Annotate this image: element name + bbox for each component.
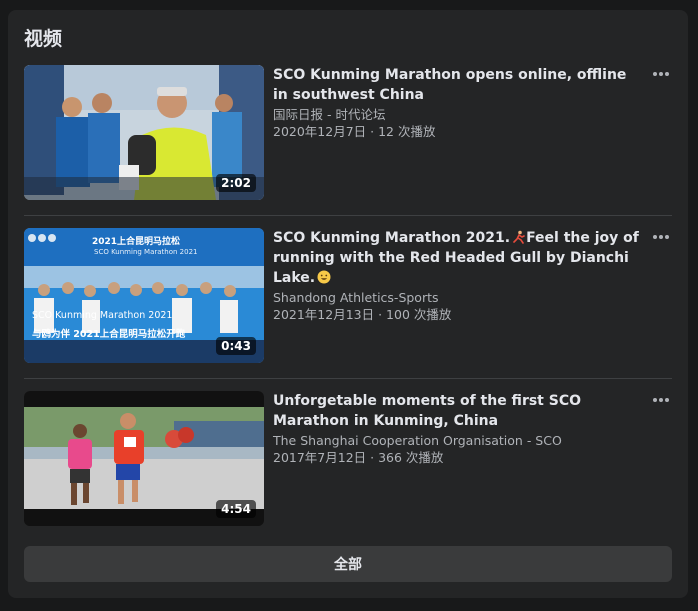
video-channel[interactable]: 国际日报 - 时代论坛 — [273, 106, 645, 123]
divider — [24, 378, 672, 379]
video-meta: 2017年7月12日 · 366 次播放 — [273, 450, 444, 465]
video-item: 2021上合昆明马拉松 SCO Kunming Marathon 2021 SC… — [24, 228, 672, 364]
video-thumbnail[interactable]: 2021上合昆明马拉松 SCO Kunming Marathon 2021 SC… — [24, 228, 264, 363]
more-options-button[interactable] — [650, 228, 672, 246]
video-duration: 0:43 — [216, 337, 256, 355]
divider — [24, 215, 672, 216]
video-item: 4:54 Unforgetable moments of the first S… — [24, 391, 672, 527]
thumbnail-banner-text: 2021上合昆明马拉松 — [92, 237, 181, 247]
video-title[interactable]: SCO Kunming Marathon 2021. Feel the joy o… — [273, 228, 645, 288]
video-thumbnail[interactable]: 4:54 — [24, 391, 264, 526]
video-title[interactable]: Unforgetable moments of the first SCO Ma… — [273, 391, 645, 431]
more-horizontal-icon — [653, 235, 657, 239]
video-thumbnail[interactable]: 2:02 — [24, 65, 264, 200]
video-info: SCO Kunming Marathon opens online, offli… — [273, 65, 645, 140]
video-channel[interactable]: The Shanghai Cooperation Organisation - … — [273, 432, 645, 449]
video-title[interactable]: SCO Kunming Marathon opens online, offli… — [273, 65, 645, 105]
video-info: Unforgetable moments of the first SCO Ma… — [273, 391, 645, 466]
video-duration: 4:54 — [216, 500, 256, 518]
thumbnail-banner-subtext: SCO Kunming Marathon 2021 — [94, 248, 198, 256]
see-all-button[interactable]: 全部 — [24, 546, 672, 582]
more-horizontal-icon — [653, 398, 657, 402]
video-channel[interactable]: Shandong Athletics-Sports — [273, 289, 645, 306]
thumbnail-caption-en: SCO Kunming Marathon 2021 — [32, 310, 173, 321]
videos-section: 视频 2:02 SCO Kunming Marathon opens onlin… — [8, 10, 688, 598]
grin-emoji-icon — [317, 270, 331, 284]
more-horizontal-icon — [653, 72, 657, 76]
video-title-text: SCO Kunming Marathon 2021. — [273, 230, 511, 246]
video-duration: 2:02 — [216, 174, 256, 192]
video-meta: 2020年12月7日 · 12 次播放 — [273, 124, 436, 139]
video-meta: 2021年12月13日 · 100 次播放 — [273, 307, 452, 322]
runner-emoji-icon — [513, 230, 525, 244]
more-options-button[interactable] — [650, 391, 672, 409]
section-title: 视频 — [24, 28, 63, 50]
video-info: SCO Kunming Marathon 2021. Feel the joy o… — [273, 228, 645, 323]
thumbnail-caption-zh: 与鸥为伴 2021上合昆明马拉松开跑 — [32, 329, 186, 340]
more-options-button[interactable] — [650, 65, 672, 83]
video-item: 2:02 SCO Kunming Marathon opens online, … — [24, 65, 672, 201]
